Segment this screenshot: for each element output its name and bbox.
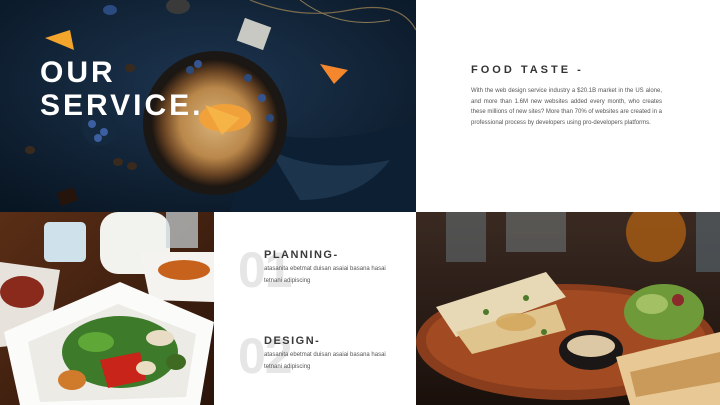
salad-bowl-photo <box>0 212 214 405</box>
hero-title-line1: OUR <box>40 56 116 89</box>
service-title: DESIGN- <box>264 335 321 347</box>
food-taste-heading: FOOD TASTE - <box>471 64 584 76</box>
hero-title-line2: SERVICE. <box>40 89 204 122</box>
seafood-platter-photo <box>416 212 720 405</box>
service-item-planning: 01 PLANNING- atasanita ebetmat duisan as… <box>238 244 408 304</box>
food-taste-body: With the web design service industry a $… <box>471 88 662 126</box>
service-title: PLANNING- <box>264 249 339 261</box>
hero-title: OUR SERVICE. <box>40 56 204 122</box>
service-item-design: 02 DESIGN- atasanita ebetmat duisan asai… <box>238 330 408 390</box>
food-taste-section: FOOD TASTE - With the web design service… <box>471 64 662 128</box>
service-description: atasanita ebetmat duisan asaiai basana h… <box>264 352 386 370</box>
service-description: atasanita ebetmat duisan asaiai basana h… <box>264 266 386 284</box>
